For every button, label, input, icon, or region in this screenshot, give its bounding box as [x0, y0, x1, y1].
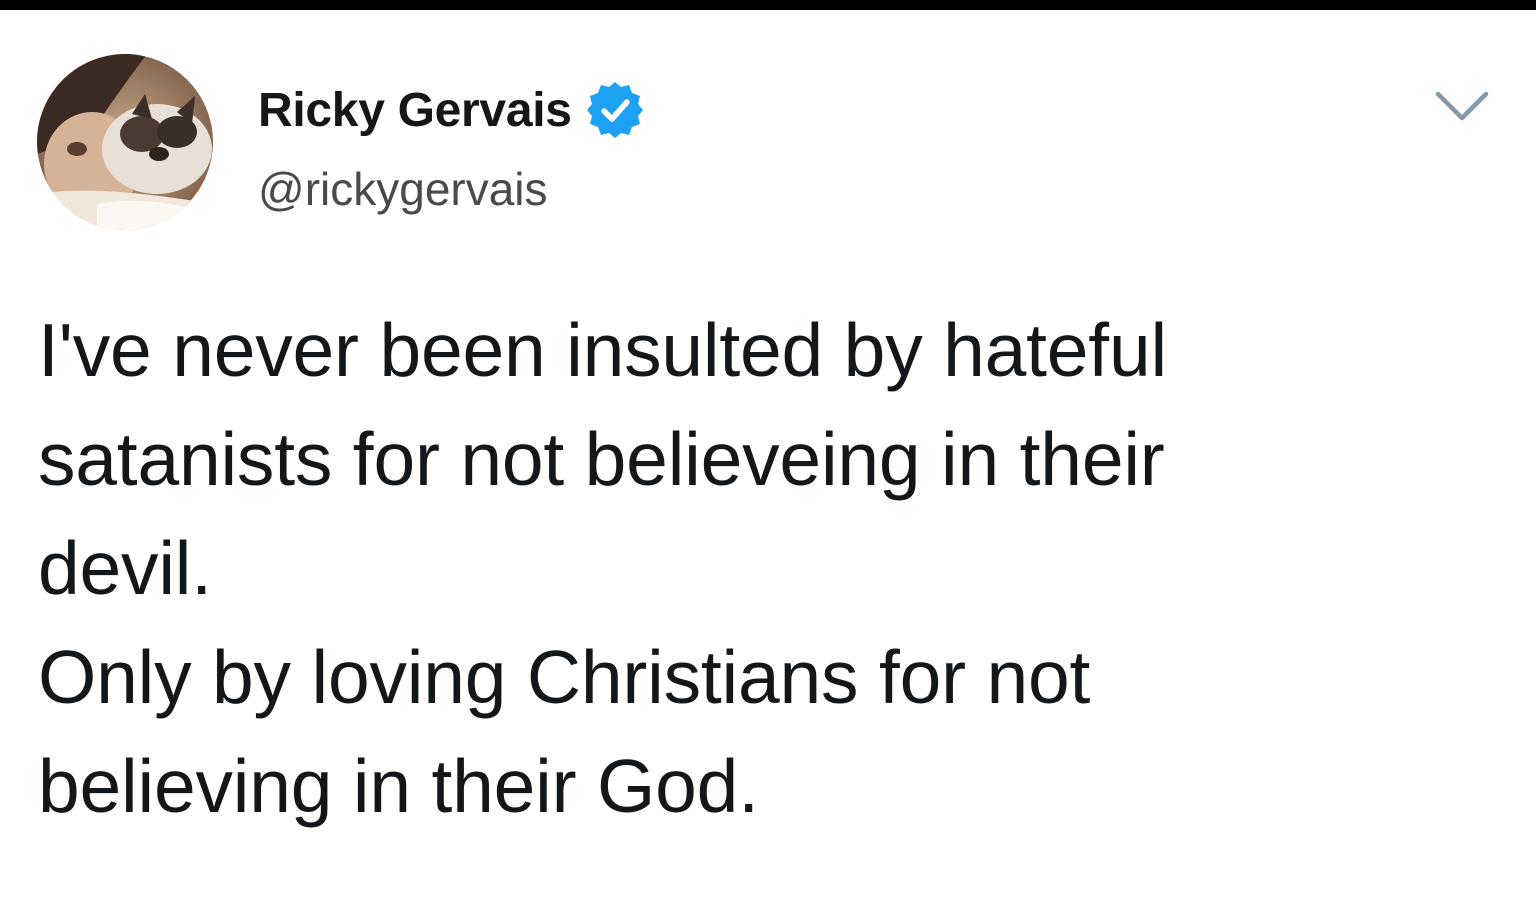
tweet-text-line: believing in their God.	[38, 744, 759, 828]
author-display-name[interactable]: Ricky Gervais	[258, 83, 572, 138]
tweet-text-line: devil.	[38, 526, 212, 610]
tweet-text-line: satanists for not believeing in their	[38, 417, 1165, 501]
top-edge-bar	[0, 0, 1536, 10]
profile-photo-avatar	[37, 54, 213, 230]
verified-badge-icon	[584, 79, 646, 141]
tweet-menu-button[interactable]	[1432, 84, 1492, 128]
chevron-down-icon	[1435, 91, 1489, 121]
author-handle[interactable]: @rickygervais	[258, 162, 548, 216]
author-name-row: Ricky Gervais	[258, 82, 646, 138]
avatar[interactable]	[37, 54, 213, 230]
tweet-card: Ricky Gervais @rickygervais I've never b…	[0, 10, 1536, 897]
tweet-text: I've never been insulted by hateful sata…	[38, 296, 1438, 841]
tweet-text-line: I've never been insulted by hateful	[38, 308, 1167, 392]
tweet-text-line: Only by loving Christians for not	[38, 635, 1091, 719]
